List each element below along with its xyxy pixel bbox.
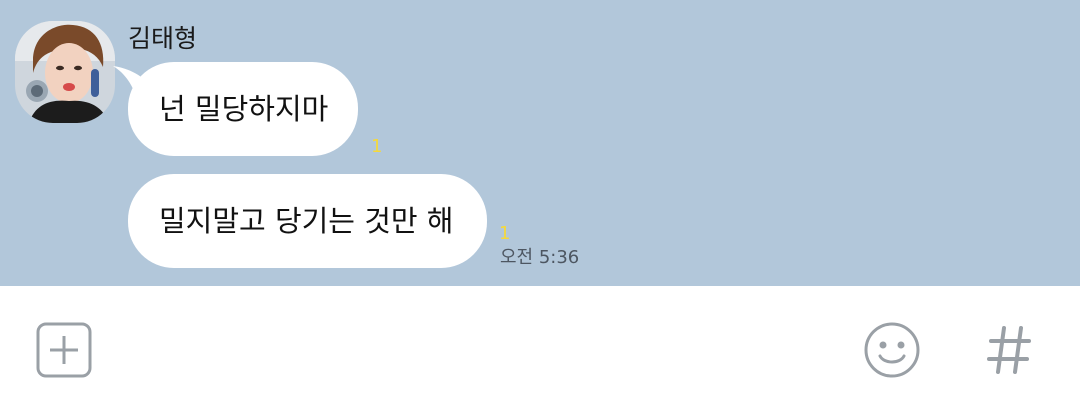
hashtag-icon[interactable] [985,320,1035,380]
message-timestamp: 오전 5:36 [500,247,580,268]
message-bubble[interactable]: 밀지말고 당기는 것만 해 [128,174,487,268]
input-bar [0,286,1080,412]
emoji-icon[interactable] [862,320,922,380]
sender-name: 김태형 [128,24,198,53]
profile-photo [15,21,115,123]
plus-square-icon[interactable] [36,322,92,378]
message-text: 넌 밀당하지마 [159,92,329,126]
unread-count: 1 [371,136,383,157]
avatar[interactable] [15,21,115,123]
chat-area: 김태형 넌 밀당하지마 1 밀지말고 당기는 것만 해 1 오전 5:36 [0,0,1080,286]
unread-count: 1 [499,223,511,244]
message-bubble[interactable]: 넌 밀당하지마 [128,62,358,156]
message-text: 밀지말고 당기는 것만 해 [159,204,454,238]
